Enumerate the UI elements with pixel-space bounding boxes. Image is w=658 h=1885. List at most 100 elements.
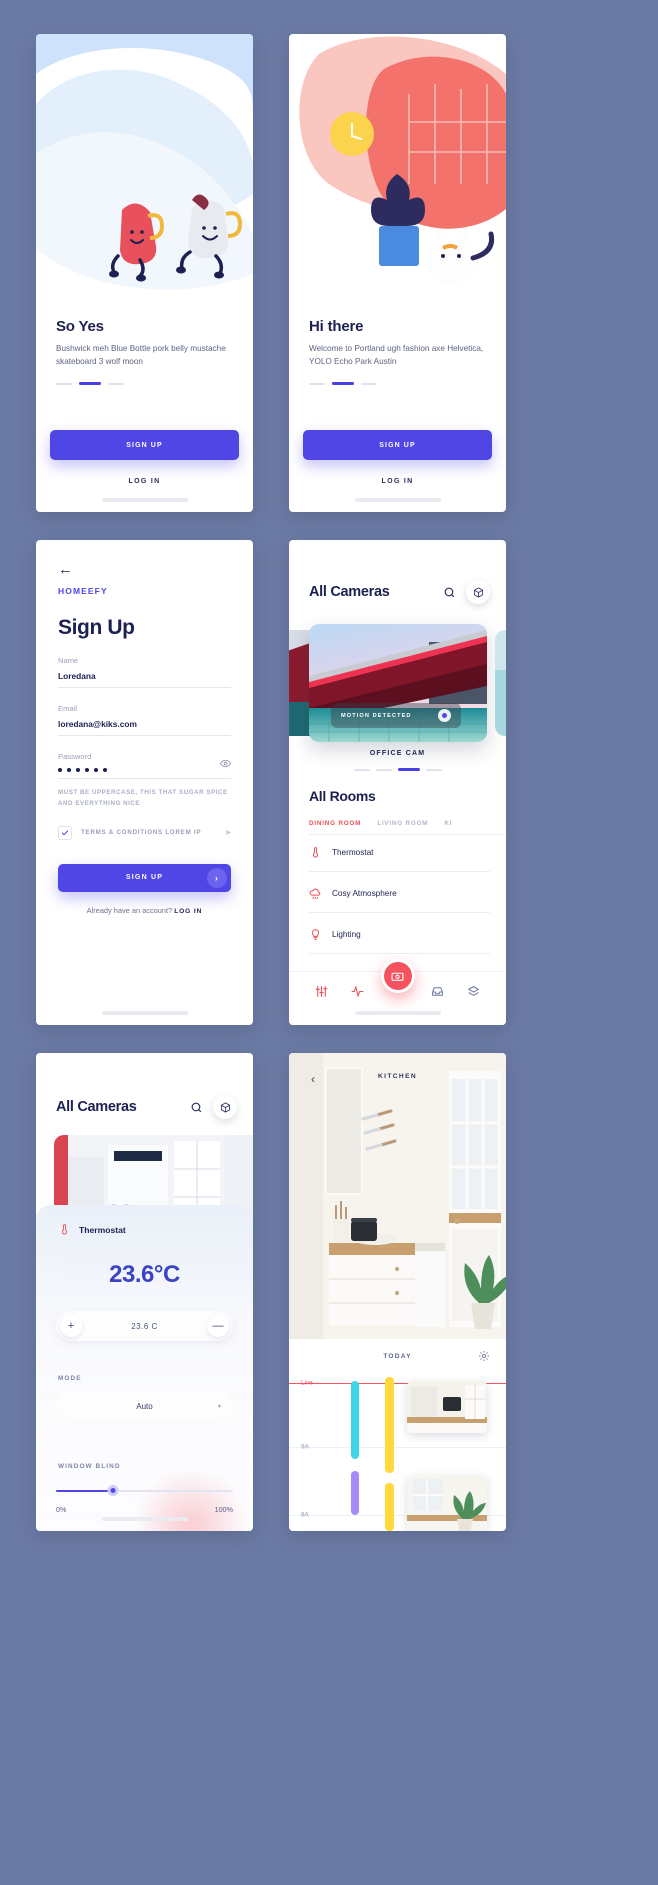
chevron-down-icon[interactable]: ▾: [218, 1403, 221, 1410]
mode-select[interactable]: Auto ▾: [56, 1393, 233, 1419]
footer-login-link[interactable]: LOG IN: [174, 908, 202, 915]
device-row-thermostat[interactable]: Thermostat: [309, 846, 490, 872]
email-input[interactable]: loredana@kiks.com: [58, 719, 231, 729]
room-tab-dining[interactable]: DINING ROOM: [309, 820, 361, 827]
signup-button[interactable]: SIGN UP: [50, 430, 239, 460]
device-name: Cosy Atmosphere: [332, 889, 397, 898]
device-name: Thermostat: [332, 848, 374, 857]
timeline-thumbnail[interactable]: [407, 1475, 487, 1531]
pulse-icon[interactable]: [351, 985, 364, 998]
login-link[interactable]: LOG IN: [289, 478, 506, 485]
onboarding-subtitle: Bushwick meh Blue Bottle pork belly must…: [56, 344, 226, 366]
password-hint: MUST BE UPPERCASE, THIS THAT SUGAR SPICE…: [58, 789, 228, 807]
onboarding-subtitle: Welcome to Portland ugh fashion axe Helv…: [309, 344, 484, 366]
camera-slide-next[interactable]: [495, 630, 506, 736]
device-row-lighting[interactable]: Lighting: [309, 928, 490, 954]
signup-button[interactable]: SIGN UP: [303, 430, 492, 460]
timeline-bar[interactable]: [351, 1471, 359, 1515]
room-tabs[interactable]: DINING ROOM LIVING ROOM KI: [309, 820, 506, 835]
camera-carousel[interactable]: MOTION DETECTED: [289, 624, 506, 742]
pagination-dot[interactable]: [108, 382, 124, 385]
kitchen-photo: [289, 1053, 506, 1339]
increase-temperature-button[interactable]: +: [60, 1315, 82, 1337]
layers-icon[interactable]: [467, 985, 480, 998]
pagination-dot-active[interactable]: [397, 768, 420, 771]
email-label: Email: [58, 704, 77, 713]
thermostat-header: All Cameras: [56, 1095, 237, 1119]
onboarding-pagination[interactable]: [309, 382, 486, 386]
pagination-dot[interactable]: [353, 768, 370, 771]
phone-onboarding-1: So Yes Bushwick meh Blue Bottle pork bel…: [36, 34, 253, 512]
camera-pagination[interactable]: [289, 768, 506, 771]
slider-knob[interactable]: [107, 1485, 119, 1496]
timeline-bar[interactable]: [385, 1377, 394, 1473]
field-underline: [58, 687, 231, 688]
screenshot-root: So Yes Bushwick meh Blue Bottle pork bel…: [0, 0, 658, 1885]
terms-checkbox[interactable]: [58, 825, 72, 840]
page-title: All Cameras: [309, 584, 390, 600]
onboarding-illustration-2: [289, 34, 506, 304]
page-title: Sign Up: [58, 616, 135, 639]
thermometer-icon: [58, 1223, 71, 1236]
pagination-dot-active[interactable]: [332, 382, 354, 386]
pagination-dot[interactable]: [375, 768, 392, 771]
device-row-cosy[interactable]: Cosy Atmosphere: [309, 887, 490, 913]
onboarding-title: So Yes: [56, 318, 104, 335]
cube-icon-button[interactable]: [213, 1095, 237, 1119]
active-camera-name: OFFICE CAM: [369, 750, 426, 757]
password-input[interactable]: [58, 768, 231, 772]
search-icon[interactable]: [190, 1101, 203, 1114]
thermostat-title-row: Thermostat: [58, 1223, 126, 1236]
timeline-bar[interactable]: [385, 1483, 394, 1531]
slider-min-label: 0%: [56, 1505, 67, 1514]
home-indicator: [101, 1011, 188, 1015]
temperature-stepper: + 23.6 C —: [56, 1311, 233, 1341]
terms-row[interactable]: TERMS & CONDITIONS LOREM IP ▶: [58, 825, 231, 840]
timeline-row-line: [289, 1447, 506, 1448]
eye-icon[interactable]: [219, 756, 232, 768]
timeline-thumbnail[interactable]: [407, 1381, 487, 1433]
pagination-dot-active[interactable]: [79, 382, 101, 386]
submit-signup-label: SIGN UP: [125, 874, 164, 882]
decrease-temperature-button[interactable]: —: [206, 1315, 229, 1337]
chevron-right-icon[interactable]: ▶: [226, 829, 231, 836]
phone-thermostat: All Cameras Thermostat 23.6°C + 23.6 C —…: [36, 1053, 253, 1531]
slider-fill: [56, 1490, 113, 1492]
gear-icon[interactable]: [478, 1349, 490, 1361]
timeline-label-live: Live: [301, 1379, 313, 1387]
email-field-group: Email loredana@kiks.com: [58, 704, 231, 736]
login-link[interactable]: LOG IN: [36, 478, 253, 485]
onboarding-pagination[interactable]: [56, 382, 233, 386]
camera-slide-active[interactable]: MOTION DETECTED: [309, 624, 487, 742]
window-blind-slider[interactable]: [56, 1485, 233, 1496]
mode-value: Auto: [136, 1401, 153, 1411]
device-name: Thermostat: [79, 1224, 126, 1235]
record-indicator-icon: [437, 709, 451, 722]
name-field-group: Name Loredana: [58, 656, 231, 688]
name-input[interactable]: Loredana: [58, 671, 231, 681]
timeline-bar[interactable]: [351, 1381, 359, 1459]
search-icon[interactable]: [443, 586, 456, 599]
pagination-dot[interactable]: [309, 382, 325, 385]
pagination-dot[interactable]: [56, 382, 72, 385]
arrow-right-icon[interactable]: ›: [207, 867, 227, 888]
phone-signup: ← HOMEEFY Sign Up Name Loredana Email lo…: [36, 540, 253, 1025]
signup-footer: Already have an account? LOG IN: [58, 906, 231, 915]
sliders-icon[interactable]: [315, 985, 328, 998]
phone-room-detail: ‹ KITCHEN TODAY Live 9A 8A: [289, 1053, 506, 1531]
password-field-group: Password: [58, 752, 232, 779]
room-tab-living[interactable]: LIVING ROOM: [377, 820, 428, 827]
motion-detected-label: MOTION DETECTED: [341, 712, 412, 719]
inbox-icon[interactable]: [431, 985, 444, 998]
pagination-dot[interactable]: [425, 768, 442, 771]
page-title: All Cameras: [56, 1099, 137, 1115]
pagination-dot[interactable]: [361, 382, 377, 385]
submit-signup-button[interactable]: SIGN UP ›: [58, 863, 231, 892]
back-arrow-icon[interactable]: ←: [58, 562, 231, 577]
room-tab-kitchen[interactable]: KI: [444, 820, 452, 827]
cameras-header: All Cameras: [309, 580, 490, 604]
bulb-icon: [309, 928, 322, 941]
activity-timeline[interactable]: Live 9A 8A: [289, 1375, 506, 1531]
cube-icon-button[interactable]: [466, 580, 490, 604]
camera-fab-button[interactable]: [380, 959, 415, 993]
